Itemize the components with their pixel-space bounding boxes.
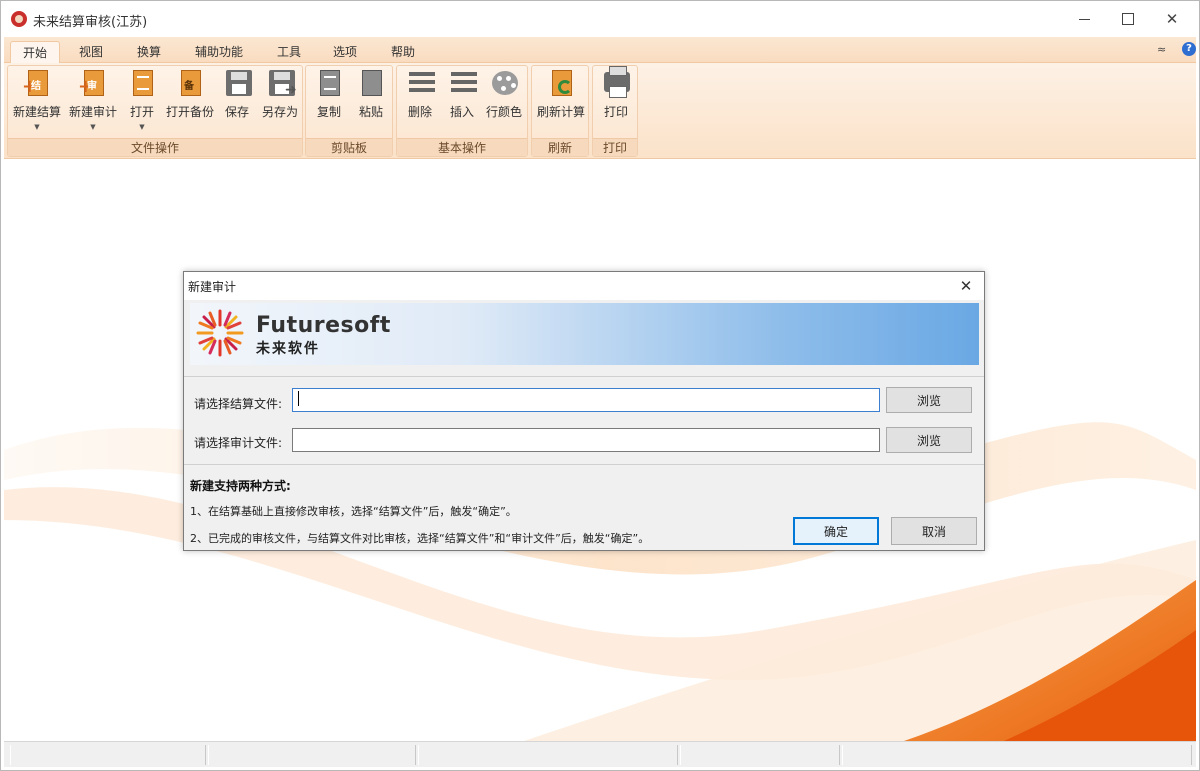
- paste-button[interactable]: 粘贴: [352, 68, 390, 136]
- tab-help[interactable]: 帮助: [378, 41, 428, 63]
- status-cell: [10, 745, 206, 765]
- open-backup-button[interactable]: 备 打开备份: [164, 68, 216, 136]
- group-label-print: 打印: [593, 138, 637, 156]
- group-label-file-ops: 文件操作: [8, 138, 302, 156]
- futuresoft-logo-icon: [196, 309, 244, 357]
- save-as-icon: ➜: [265, 68, 297, 100]
- audit-file-label: 请选择审计文件:: [194, 436, 283, 450]
- chevron-down-icon: ▼: [90, 123, 96, 131]
- audit-file-input[interactable]: [292, 428, 880, 452]
- dialog-title: 新建审计: [188, 280, 237, 294]
- divider: [184, 376, 984, 377]
- browse-audit-button[interactable]: 浏览: [886, 427, 972, 453]
- minimize-button[interactable]: [1061, 1, 1107, 37]
- group-file-ops: + 结 新建结算 ▼ + 审 新建审计 ▼ 打开 ▼ 备 打开备份 保存 ➜ 另…: [7, 65, 303, 157]
- text-caret: [298, 391, 299, 406]
- open-button[interactable]: 打开 ▼: [122, 68, 162, 136]
- tab-aux[interactable]: 辅助功能: [186, 41, 252, 63]
- ribbon-tab-bar: 开始 视图 换算 辅助功能 工具 选项 帮助 ≈ ?: [4, 37, 1196, 63]
- delete-row-button[interactable]: 删除: [401, 68, 439, 136]
- new-audit-icon: + 审: [78, 68, 108, 100]
- tab-options[interactable]: 选项: [320, 41, 370, 63]
- print-button[interactable]: 打印: [597, 66, 635, 136]
- maximize-button[interactable]: [1105, 1, 1151, 37]
- group-basic-ops: 删除 插入 行颜色 基本操作: [396, 65, 528, 157]
- row-color-button[interactable]: 行颜色: [483, 68, 525, 136]
- chevron-down-icon: ▼: [139, 123, 145, 131]
- status-cell: [842, 745, 1192, 765]
- window-title: 未来结算审核(江苏): [33, 15, 148, 30]
- insert-row-icon: [447, 68, 477, 100]
- browse-settlement-button[interactable]: 浏览: [886, 387, 972, 413]
- settlement-file-label: 请选择结算文件:: [194, 397, 283, 411]
- group-label-clipboard: 剪贴板: [306, 138, 392, 156]
- new-audit-dialog: 新建审计 ✕ Futuresoft 未来软件 请选择结算文件: 浏览 请选择审计…: [183, 271, 985, 551]
- save-as-button[interactable]: ➜ 另存为: [258, 68, 302, 136]
- title-bar: 未来结算审核(江苏): [1, 1, 1199, 37]
- chevron-down-icon: ▼: [34, 123, 40, 131]
- status-cell: [680, 745, 840, 765]
- status-cell: [418, 745, 678, 765]
- brand-banner: Futuresoft 未来软件: [190, 303, 979, 365]
- insert-row-button[interactable]: 插入: [443, 68, 481, 136]
- help-icon[interactable]: ?: [1182, 42, 1196, 56]
- brand-name-cn: 未来软件: [256, 341, 320, 357]
- status-bar: [4, 741, 1196, 767]
- new-settlement-icon: + 结: [22, 68, 52, 100]
- delete-row-icon: [405, 68, 435, 100]
- tab-convert[interactable]: 换算: [124, 41, 174, 63]
- ribbon-panel: + 结 新建结算 ▼ + 审 新建审计 ▼ 打开 ▼ 备 打开备份 保存 ➜ 另…: [4, 63, 1196, 159]
- palette-icon: [489, 68, 519, 100]
- new-audit-button[interactable]: + 审 新建审计 ▼: [66, 68, 120, 136]
- group-clipboard: 复制 粘贴 剪贴板: [305, 65, 393, 157]
- group-label-refresh: 刷新: [532, 138, 588, 156]
- group-refresh: 刷新计算 刷新: [531, 65, 589, 157]
- status-cell: [208, 745, 416, 765]
- copy-button[interactable]: 复制: [310, 68, 348, 136]
- info-line-1: 1、在结算基础上直接修改审核，选择“结算文件”后，触发“确定”。: [190, 505, 517, 518]
- group-print: 打印 打印: [592, 65, 638, 157]
- save-button[interactable]: 保存: [218, 68, 256, 136]
- divider: [184, 464, 984, 465]
- close-window-button[interactable]: [1149, 1, 1195, 37]
- info-line-2: 2、已完成的审核文件，与结算文件对比审核，选择“结算文件”和“审计文件”后，触发…: [190, 532, 650, 545]
- ribbon-collapse-icon[interactable]: ≈: [1157, 43, 1166, 56]
- settlement-file-input[interactable]: [292, 388, 880, 412]
- tab-start[interactable]: 开始: [10, 41, 60, 63]
- tab-tools[interactable]: 工具: [264, 41, 314, 63]
- paste-icon: [356, 68, 386, 100]
- ok-button[interactable]: 确定: [793, 517, 879, 545]
- new-settlement-button[interactable]: + 结 新建结算 ▼: [10, 68, 64, 136]
- refresh-calc-icon: [546, 68, 576, 100]
- refresh-calc-button[interactable]: 刷新计算: [534, 68, 588, 136]
- info-title: 新建支持两种方式:: [190, 479, 291, 493]
- copy-icon: [314, 68, 344, 100]
- open-backup-icon: 备: [175, 68, 205, 100]
- app-logo-icon: [11, 11, 27, 27]
- brand-name-en: Futuresoft: [256, 313, 391, 338]
- close-icon[interactable]: ✕: [954, 275, 978, 297]
- open-icon: [127, 68, 157, 100]
- save-icon: [222, 68, 252, 100]
- dialog-title-bar: 新建审计 ✕: [184, 272, 984, 300]
- group-label-basic-ops: 基本操作: [397, 138, 527, 156]
- tab-view[interactable]: 视图: [66, 41, 116, 63]
- cancel-button[interactable]: 取消: [891, 517, 977, 545]
- printer-icon: [601, 66, 631, 100]
